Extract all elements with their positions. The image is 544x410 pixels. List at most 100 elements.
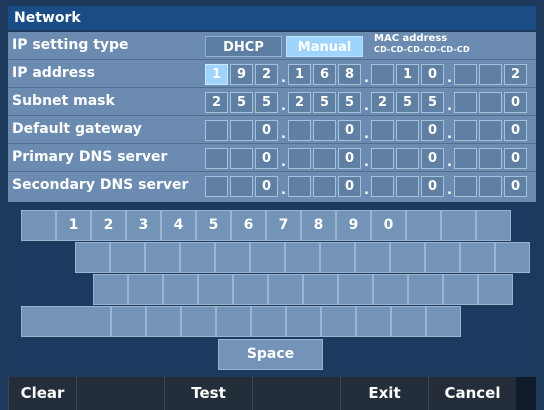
subnet-mask-digit-cell[interactable]: 2 — [288, 92, 311, 113]
subnet-mask-digit-cell[interactable]: 0 — [504, 92, 527, 113]
keyboard-key-8[interactable]: 8 — [301, 210, 336, 241]
secondary-dns-digit-cell[interactable] — [396, 176, 419, 197]
keyboard-key[interactable] — [111, 306, 146, 337]
default-gateway-digit-cell[interactable]: 0 — [255, 120, 278, 141]
default-gateway-digit-cell[interactable] — [396, 120, 419, 141]
keyboard-key[interactable] — [373, 274, 408, 305]
test-button[interactable]: Test — [164, 377, 252, 410]
keyboard-key[interactable] — [215, 242, 250, 273]
subnet-mask-digit-cell[interactable]: 2 — [371, 92, 394, 113]
keyboard-key[interactable] — [233, 274, 268, 305]
default-gateway-digit-cell[interactable] — [230, 120, 253, 141]
primary-dns-digit-cell[interactable] — [479, 148, 502, 169]
subnet-mask-digit-cell[interactable]: 5 — [396, 92, 419, 113]
primary-dns-digit-cell[interactable]: 0 — [504, 148, 527, 169]
default-gateway-digit-cell[interactable]: 0 — [338, 120, 361, 141]
ip-address-digit-cell[interactable]: 0 — [421, 64, 444, 85]
dhcp-button[interactable]: DHCP — [205, 36, 282, 57]
keyboard-key[interactable] — [250, 242, 285, 273]
keyboard-key-3[interactable]: 3 — [126, 210, 161, 241]
ip-address-digit-cell[interactable] — [479, 64, 502, 85]
secondary-dns-digit-cell[interactable] — [313, 176, 336, 197]
keyboard-key-6[interactable]: 6 — [231, 210, 266, 241]
keyboard-key-2[interactable]: 2 — [91, 210, 126, 241]
keyboard-key[interactable] — [180, 242, 215, 273]
keyboard-key[interactable] — [441, 210, 476, 241]
keyboard-key[interactable] — [163, 274, 198, 305]
subnet-mask-digit-cell[interactable]: 5 — [230, 92, 253, 113]
default-gateway-digit-cell[interactable] — [313, 120, 336, 141]
function-key-blank[interactable] — [76, 377, 164, 410]
primary-dns-digit-cell[interactable] — [371, 148, 394, 169]
primary-dns-digit-cell[interactable] — [454, 148, 477, 169]
keyboard-key[interactable] — [495, 242, 530, 273]
keyboard-key[interactable] — [320, 242, 355, 273]
ip-address-digit-cell[interactable]: 1 — [205, 64, 228, 85]
keyboard-key[interactable] — [216, 306, 251, 337]
ip-address-digit-cell[interactable] — [371, 64, 394, 85]
keyboard-key[interactable] — [425, 242, 460, 273]
ip-address-digit-cell[interactable]: 2 — [255, 64, 278, 85]
keyboard-key[interactable] — [21, 210, 56, 241]
keyboard-key[interactable] — [338, 274, 373, 305]
subnet-mask-digit-cell[interactable]: 5 — [421, 92, 444, 113]
keyboard-key[interactable] — [406, 210, 441, 241]
keyboard-key-5[interactable]: 5 — [196, 210, 231, 241]
keyboard-key[interactable] — [198, 274, 233, 305]
ip-address-digit-cell[interactable]: 1 — [396, 64, 419, 85]
subnet-mask-digit-cell[interactable] — [454, 92, 477, 113]
keyboard-key[interactable] — [75, 242, 110, 273]
ip-address-digit-cell[interactable]: 6 — [313, 64, 336, 85]
subnet-mask-digit-cell[interactable]: 5 — [255, 92, 278, 113]
primary-dns-digit-cell[interactable] — [396, 148, 419, 169]
subnet-mask-digit-cell[interactable]: 5 — [338, 92, 361, 113]
keyboard-key[interactable] — [321, 306, 356, 337]
exit-button[interactable]: Exit — [340, 377, 428, 410]
keyboard-key[interactable] — [391, 306, 426, 337]
default-gateway-digit-cell[interactable] — [479, 120, 502, 141]
primary-dns-digit-cell[interactable]: 0 — [338, 148, 361, 169]
default-gateway-digit-cell[interactable] — [454, 120, 477, 141]
subnet-mask-digit-cell[interactable]: 5 — [313, 92, 336, 113]
secondary-dns-digit-cell[interactable]: 0 — [338, 176, 361, 197]
keyboard-key-9[interactable]: 9 — [336, 210, 371, 241]
secondary-dns-digit-cell[interactable]: 0 — [504, 176, 527, 197]
ip-address-digit-cell[interactable] — [454, 64, 477, 85]
keyboard-key[interactable] — [181, 306, 216, 337]
keyboard-key[interactable] — [251, 306, 286, 337]
ip-address-digit-cell[interactable]: 9 — [230, 64, 253, 85]
default-gateway-digit-cell[interactable]: 0 — [421, 120, 444, 141]
keyboard-key[interactable] — [476, 210, 511, 241]
secondary-dns-digit-cell[interactable] — [371, 176, 394, 197]
subnet-mask-digit-cell[interactable] — [479, 92, 502, 113]
keyboard-key-0[interactable]: 0 — [371, 210, 406, 241]
secondary-dns-digit-cell[interactable] — [230, 176, 253, 197]
space-key[interactable]: Space — [218, 339, 323, 370]
primary-dns-digit-cell[interactable] — [205, 148, 228, 169]
secondary-dns-digit-cell[interactable]: 0 — [255, 176, 278, 197]
ip-address-digit-cell[interactable]: 2 — [504, 64, 527, 85]
keyboard-key[interactable] — [355, 242, 390, 273]
default-gateway-digit-cell[interactable]: 0 — [504, 120, 527, 141]
keyboard-key[interactable] — [303, 274, 338, 305]
keyboard-key-4[interactable]: 4 — [161, 210, 196, 241]
primary-dns-digit-cell[interactable] — [288, 148, 311, 169]
keyboard-key[interactable] — [128, 274, 163, 305]
keyboard-key[interactable] — [145, 242, 180, 273]
secondary-dns-digit-cell[interactable] — [288, 176, 311, 197]
keyboard-key-wide[interactable] — [21, 306, 111, 337]
keyboard-key[interactable] — [426, 306, 461, 337]
secondary-dns-digit-cell[interactable]: 0 — [421, 176, 444, 197]
keyboard-key-7[interactable]: 7 — [266, 210, 301, 241]
keyboard-key[interactable] — [356, 306, 391, 337]
ip-address-digit-cell[interactable]: 1 — [288, 64, 311, 85]
keyboard-key[interactable] — [110, 242, 145, 273]
keyboard-key[interactable] — [286, 306, 321, 337]
keyboard-key[interactable] — [460, 242, 495, 273]
cancel-button[interactable]: Cancel — [428, 377, 516, 410]
ip-address-digit-cell[interactable]: 8 — [338, 64, 361, 85]
function-key-blank[interactable] — [252, 377, 340, 410]
keyboard-key-1[interactable]: 1 — [56, 210, 91, 241]
keyboard-key[interactable] — [408, 274, 443, 305]
subnet-mask-digit-cell[interactable]: 2 — [205, 92, 228, 113]
